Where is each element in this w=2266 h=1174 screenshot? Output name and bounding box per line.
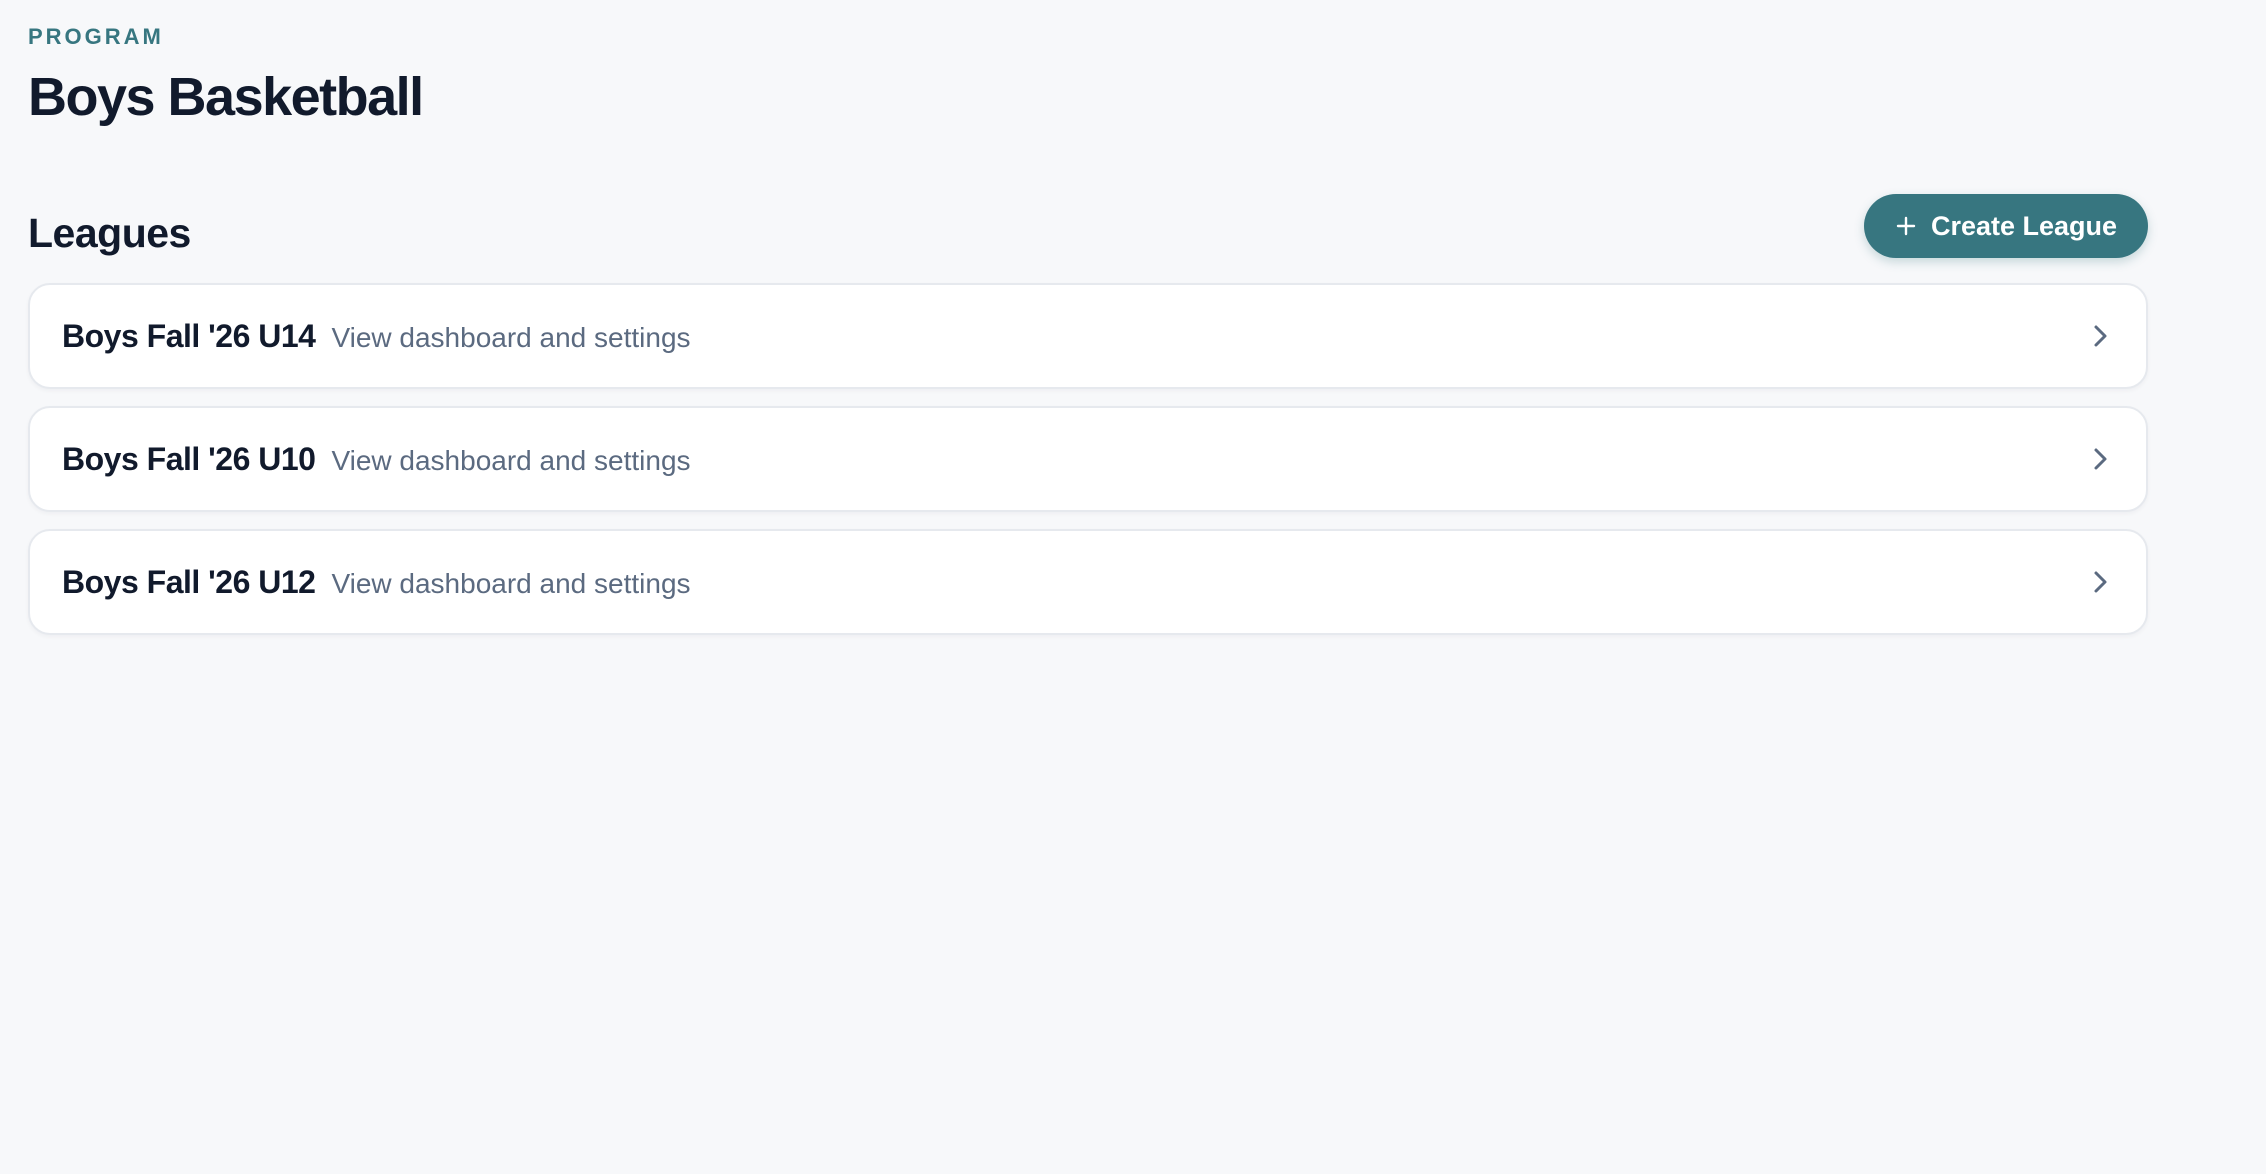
program-eyebrow: PROGRAM [28,24,164,49]
league-subtitle: View dashboard and settings [331,322,691,353]
create-league-label: Create League [1930,210,2118,241]
league-item-u14[interactable]: Boys Fall '26 U14 View dashboard and set… [28,283,2148,389]
league-name: Boys Fall '26 U12 [62,563,316,600]
league-name: Boys Fall '26 U14 [62,317,316,354]
league-subtitle: View dashboard and settings [331,568,691,599]
league-item-u10[interactable]: Boys Fall '26 U10 View dashboard and set… [28,406,2148,512]
leagues-section-title: Leagues [28,210,191,256]
leagues-section-header: Leagues Create League [28,194,2148,258]
chevron-right-icon [2094,571,2107,593]
chevron-right-icon [2094,325,2107,347]
league-item-u12[interactable]: Boys Fall '26 U12 View dashboard and set… [28,529,2148,635]
plus-icon [1896,216,1916,236]
chevron-right-icon [2094,448,2107,470]
league-list: Boys Fall '26 U14 View dashboard and set… [28,283,2148,652]
league-subtitle: View dashboard and settings [331,445,691,476]
create-league-button[interactable]: Create League [1864,194,2148,258]
page-title: Boys Basketball [28,67,424,127]
league-name: Boys Fall '26 U10 [62,440,316,477]
